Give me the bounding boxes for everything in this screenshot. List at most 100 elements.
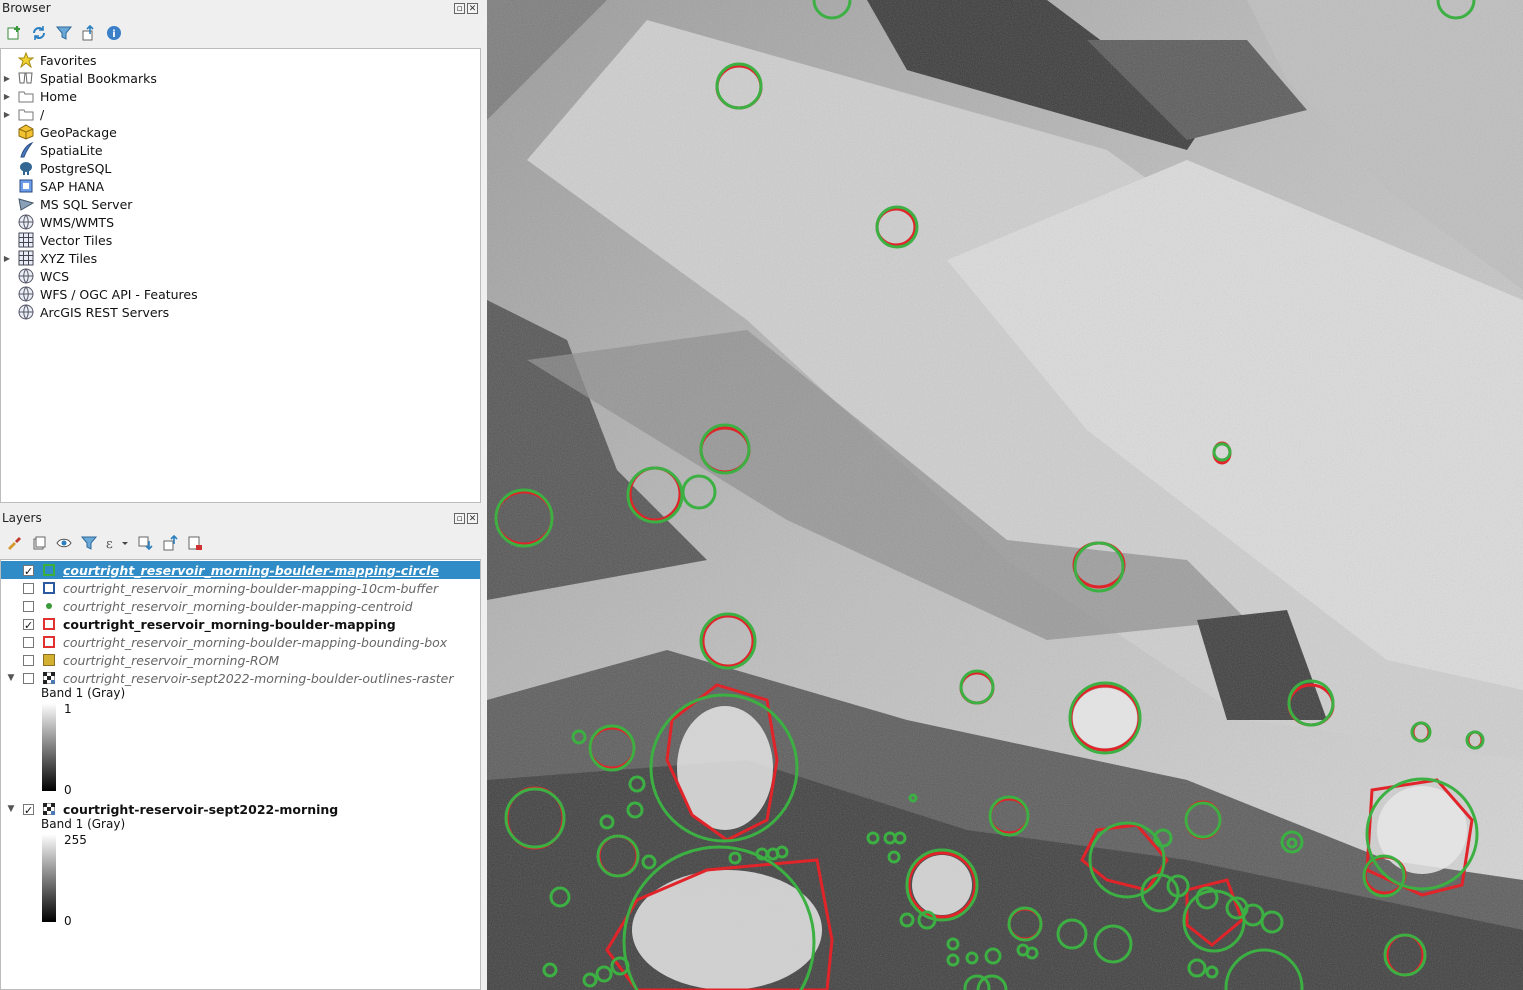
expand-arrow-icon[interactable]: ▶ <box>2 74 12 83</box>
raster-layer-row[interactable]: ▼ courtright_reservoir-sept2022-morning-b… <box>1 669 454 687</box>
browser-dock-buttons: ▫ ✕ <box>454 3 478 14</box>
browser-item-wcs[interactable]: WCS <box>1 267 69 285</box>
browser-item-label: Favorites <box>40 52 97 68</box>
browser-item-home[interactable]: ▶ Home <box>1 87 77 105</box>
svg-text:i: i <box>112 29 115 40</box>
browser-panel: Browser ▫ ✕ i Favorites ▶ Spatial Bookmark… <box>0 0 481 503</box>
browser-tree[interactable]: Favorites ▶ Spatial Bookmarks ▶ Home ▶ / GeoPac… <box>0 48 481 503</box>
band-label: Band 1 (Gray) <box>41 817 126 831</box>
browser-item-postgresql[interactable]: PostgreSQL <box>1 159 111 177</box>
layer-symbol-outline-icon <box>43 564 55 576</box>
refresh-icon[interactable] <box>29 23 49 43</box>
remove-layer-icon[interactable] <box>185 533 205 553</box>
raster-layer-row[interactable]: ▼ ✓ courtright-reservoir-sept2022-morning <box>1 800 339 818</box>
style-brush-icon[interactable] <box>4 533 24 553</box>
layer-row[interactable]: courtright_reservoir_morning-boulder-map… <box>1 633 480 651</box>
globe-icon <box>18 214 34 230</box>
layers-panel-title: Layers <box>2 511 42 525</box>
layer-symbol-fill-icon <box>43 654 55 666</box>
layer-name: courtright_reservoir_morning-ROM <box>63 652 280 668</box>
filter-icon[interactable] <box>54 23 74 43</box>
expand-arrow-icon[interactable]: ▶ <box>2 110 12 119</box>
layer-row[interactable]: courtright_reservoir_morning-boulder-map… <box>1 579 480 597</box>
layer-name: courtright_reservoir_morning-boulder-map… <box>63 634 448 650</box>
expression-filter-icon[interactable]: ε <box>104 533 130 553</box>
layer-name: courtright_reservoir_morning-boulder-map… <box>63 580 439 596</box>
layers-toolbar: ε <box>4 533 205 553</box>
layer-visibility-checkbox[interactable] <box>23 600 34 612</box>
grid-icon <box>18 232 34 248</box>
browser-item-vector-tiles[interactable]: Vector Tiles <box>1 231 112 249</box>
browser-item-label: XYZ Tiles <box>40 250 98 266</box>
gray-color-ramp <box>42 703 56 791</box>
collapse-arrow-icon[interactable]: ▼ <box>3 673 19 683</box>
layer-visibility-checkbox[interactable]: ✓ <box>23 618 34 631</box>
band-label: Band 1 (Gray) <box>41 686 126 700</box>
spatialite-icon <box>18 142 34 158</box>
layer-name: courtright_reservoir-sept2022-morning-bo… <box>63 670 454 686</box>
browser-item-xyz-tiles[interactable]: ▶ XYZ Tiles <box>1 249 97 267</box>
close-panel-button[interactable]: ✕ <box>467 3 478 14</box>
browser-item-wms-wmts[interactable]: WMS/WMTS <box>1 213 114 231</box>
raster-layer-icon <box>42 802 56 816</box>
visibility-eye-icon[interactable] <box>54 533 74 553</box>
float-panel-button[interactable]: ▫ <box>454 513 465 524</box>
map-canvas[interactable] <box>487 0 1523 990</box>
browser-item-ms-sql-server[interactable]: MS SQL Server <box>1 195 132 213</box>
collapse-arrow-icon[interactable]: ▼ <box>3 804 19 814</box>
browser-item-label: / <box>40 106 45 122</box>
expand-arrow-icon[interactable]: ▶ <box>2 92 12 101</box>
expand-all-icon[interactable] <box>135 533 155 553</box>
browser-item-[interactable]: ▶ / <box>1 105 44 123</box>
browser-item-geopackage[interactable]: GeoPackage <box>1 123 117 141</box>
folder-icon <box>18 106 34 122</box>
layer-row[interactable]: ✓ courtright_reservoir_morning-boulder-ma… <box>1 615 480 633</box>
raster-layer-icon <box>42 671 56 685</box>
gray-color-ramp <box>42 834 56 922</box>
browser-item-label: WCS <box>40 268 70 284</box>
browser-item-label: MS SQL Server <box>40 196 133 212</box>
browser-item-arcgis-rest-servers[interactable]: ArcGIS REST Servers <box>1 303 169 321</box>
layer-visibility-checkbox[interactable] <box>23 654 34 666</box>
browser-item-label: Vector Tiles <box>40 232 113 248</box>
properties-info-icon[interactable]: i <box>104 23 124 43</box>
browser-item-spatialite[interactable]: SpatiaLite <box>1 141 103 159</box>
browser-item-spatial-bookmarks[interactable]: ▶ Spatial Bookmarks <box>1 69 157 87</box>
layer-visibility-checkbox[interactable] <box>23 636 34 648</box>
add-group-icon[interactable] <box>29 533 49 553</box>
close-panel-button[interactable]: ✕ <box>467 513 478 524</box>
layers-panel: Layers ▫ ✕ ε ✓courtright_reservoir_morn <box>0 509 481 990</box>
browser-item-label: PostgreSQL <box>40 160 112 176</box>
collapse-all-icon[interactable] <box>160 533 180 553</box>
layer-symbol-point-icon <box>43 600 55 612</box>
layer-visibility-checkbox[interactable] <box>23 672 34 684</box>
ramp-max-label: 255 <box>64 833 87 847</box>
float-panel-button[interactable]: ▫ <box>454 3 465 14</box>
layer-visibility-checkbox[interactable]: ✓ <box>23 564 34 577</box>
browser-item-label: GeoPackage <box>40 124 117 140</box>
layer-row[interactable]: ✓ courtright_reservoir_morning-boulder-ma… <box>1 561 480 579</box>
layer-name: courtright_reservoir_morning-boulder-map… <box>63 598 413 614</box>
collapse-all-icon[interactable] <box>79 23 99 43</box>
browser-item-wfs-ogc-api-features[interactable]: WFS / OGC API - Features <box>1 285 198 303</box>
expand-arrow-icon[interactable]: ▶ <box>2 254 12 263</box>
ramp-max-label: 1 <box>64 702 72 716</box>
browser-panel-title: Browser <box>2 1 51 15</box>
layer-row[interactable]: courtright_reservoir_morning-ROM <box>1 651 480 669</box>
browser-item-favorites[interactable]: Favorites <box>1 51 96 69</box>
svg-text:ε: ε <box>106 537 113 551</box>
layer-name: courtright_reservoir_morning-boulder-map… <box>63 616 396 632</box>
browser-item-label: ArcGIS REST Servers <box>40 304 170 320</box>
bookmark-icon <box>18 70 34 86</box>
layer-visibility-checkbox[interactable] <box>23 582 34 594</box>
add-selected-layers-icon[interactable] <box>4 23 24 43</box>
layer-visibility-checkbox[interactable]: ✓ <box>23 803 34 816</box>
browser-item-sap-hana[interactable]: SAP HANA <box>1 177 104 195</box>
layers-tree[interactable]: ✓ courtright_reservoir_morning-boulder-ma… <box>0 559 481 990</box>
star-icon <box>18 52 34 68</box>
globe-icon <box>18 286 34 302</box>
browser-item-label: Home <box>40 88 77 104</box>
filter-legend-icon[interactable] <box>79 533 99 553</box>
folder-icon <box>18 88 34 104</box>
layer-row[interactable]: courtright_reservoir_morning-boulder-map… <box>1 597 480 615</box>
